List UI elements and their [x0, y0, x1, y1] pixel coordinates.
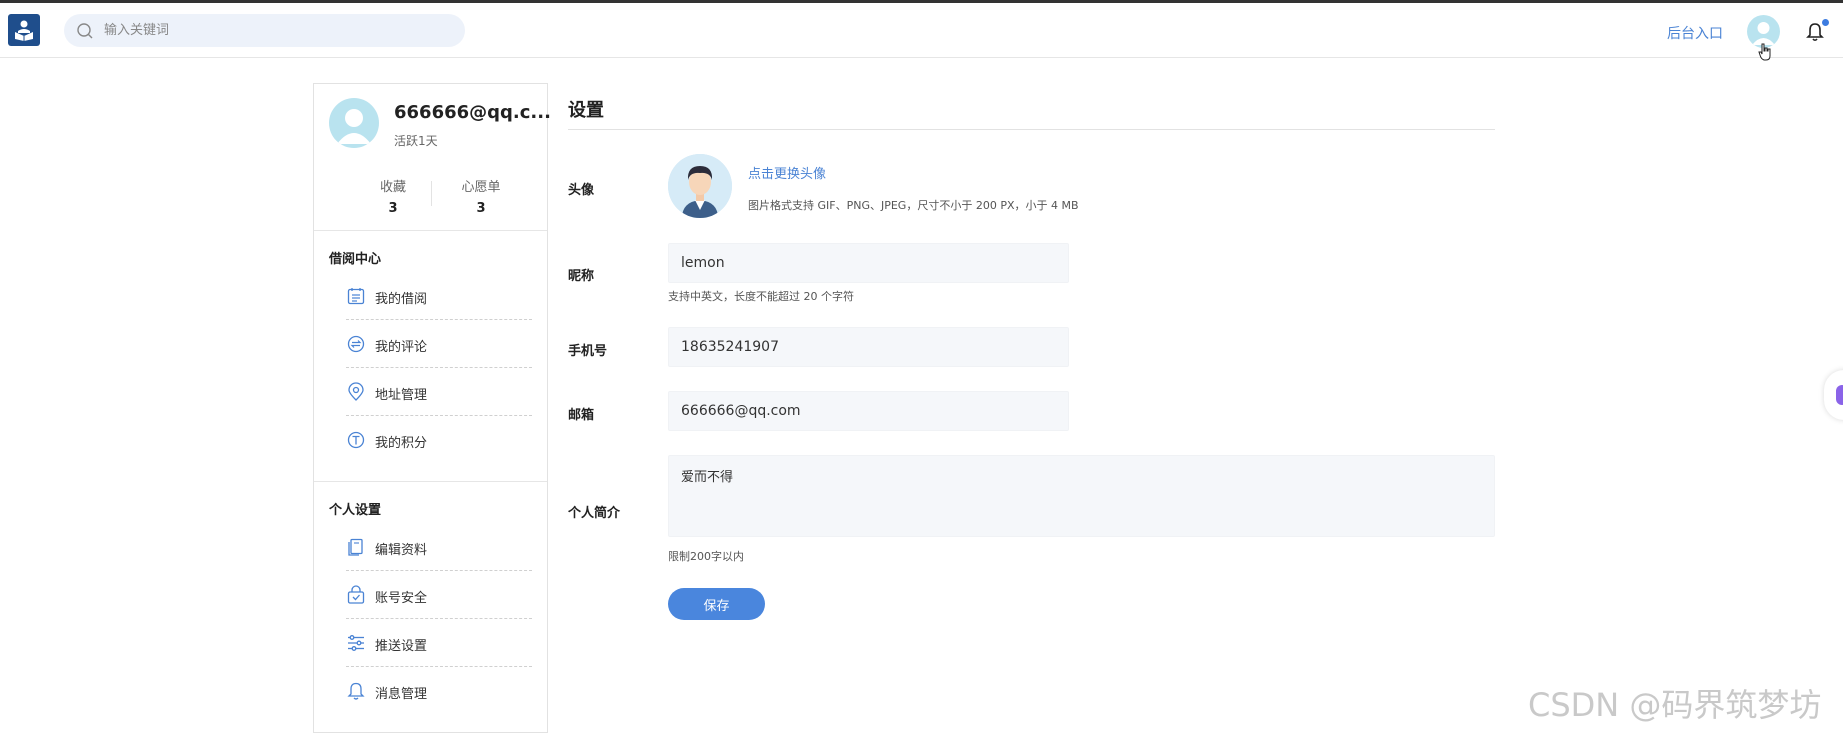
sidebar-item-my-comments[interactable]: 我的评论: [346, 320, 532, 368]
calendar-icon: [347, 288, 365, 305]
sidebar-item-address[interactable]: 地址管理: [346, 368, 532, 416]
sidebar-item-label: 账号安全: [375, 591, 428, 606]
logo-icon[interactable]: [8, 14, 40, 46]
stat-wishlist[interactable]: 心愿单 3: [441, 176, 521, 216]
stat-value: 3: [476, 201, 486, 216]
avatar-illustration-icon: [668, 154, 732, 218]
edit-profile-icon: [348, 538, 363, 556]
sidebar-item-account-security[interactable]: 账号安全: [346, 571, 532, 619]
stat-value: 3: [388, 201, 398, 216]
nickname-hint: 支持中英文，长度不能超过 20 个字符: [668, 290, 854, 303]
sidebar-item-label: 消息管理: [375, 687, 428, 702]
avatar-icon: [337, 109, 371, 144]
profile-active-days: 活跃1天: [394, 134, 438, 148]
sidebar-item-points[interactable]: 我的积分: [346, 416, 532, 464]
notification-bell-icon[interactable]: [1806, 22, 1824, 42]
change-avatar-link[interactable]: 点击更换头像: [748, 163, 826, 182]
top-navbar: 后台入口: [0, 3, 1843, 61]
hand-cursor-icon: [1758, 43, 1771, 61]
section-title-borrow: 借阅中心: [329, 252, 382, 267]
comment-icon: [347, 335, 365, 353]
floating-side-widget[interactable]: [1824, 370, 1843, 420]
sidebar-item-push-settings[interactable]: 推送设置: [346, 619, 532, 667]
bio-hint: 限制200字以内: [668, 550, 744, 563]
sliders-icon: [348, 635, 364, 651]
points-icon: [347, 431, 365, 449]
location-icon: [348, 382, 364, 401]
stat-favorites[interactable]: 收藏 3: [353, 176, 433, 216]
watermark: CSDN @码界筑梦坊: [1528, 686, 1822, 724]
sidebar-item-label: 我的积分: [375, 436, 428, 451]
bio-textarea[interactable]: 爱而不得: [668, 455, 1495, 537]
nickname-input[interactable]: [668, 243, 1069, 283]
title-divider: [568, 129, 1495, 130]
section-title-settings: 个人设置: [329, 503, 382, 518]
notification-dot: [1822, 19, 1829, 26]
save-button[interactable]: 保存: [668, 588, 765, 620]
email-input[interactable]: [668, 391, 1069, 431]
widget-dot-icon: [1836, 385, 1843, 405]
bell-icon: [347, 682, 365, 700]
search-bar[interactable]: [64, 14, 465, 47]
profile-avatar[interactable]: [329, 98, 379, 148]
sidebar-item-my-borrows[interactable]: 我的借阅: [346, 272, 532, 320]
sidebar-item-label: 编辑资料: [375, 543, 428, 558]
sidebar-item-label: 推送设置: [375, 639, 428, 654]
security-icon: [347, 585, 365, 604]
stat-label: 心愿单: [461, 180, 501, 195]
sidebar-item-label: 我的评论: [375, 340, 428, 355]
nickname-label: 昵称: [568, 269, 595, 284]
avatar-label: 头像: [568, 183, 595, 198]
email-label: 邮箱: [568, 408, 595, 423]
avatar-hint: 图片格式支持 GIF、PNG、JPEG，尺寸不小于 200 PX，小于 4 MB: [748, 199, 1079, 212]
page-title: 设置: [568, 100, 604, 121]
sidebar-item-label: 地址管理: [375, 388, 428, 403]
search-input[interactable]: [104, 20, 444, 41]
section-divider: [314, 481, 547, 482]
profile-name: 666666@qq.c...: [394, 102, 551, 123]
sidebar-item-label: 我的借阅: [375, 292, 428, 307]
profile-photo[interactable]: [668, 154, 732, 218]
sidebar-item-messages[interactable]: 消息管理: [346, 667, 532, 715]
phone-label: 手机号: [568, 344, 608, 359]
stat-label: 收藏: [379, 180, 406, 195]
user-sidebar: 666666@qq.c... 活跃1天 收藏 3 心愿单 3 借阅中心 我的借阅…: [313, 83, 551, 733]
bio-label: 个人简介: [568, 506, 621, 521]
stat-divider: [431, 181, 432, 206]
section-divider: [314, 230, 547, 231]
sidebar-item-edit-profile[interactable]: 编辑资料: [346, 523, 532, 571]
search-icon: [77, 23, 93, 39]
admin-entry-link[interactable]: 后台入口: [1667, 23, 1723, 43]
phone-input[interactable]: [668, 327, 1069, 367]
